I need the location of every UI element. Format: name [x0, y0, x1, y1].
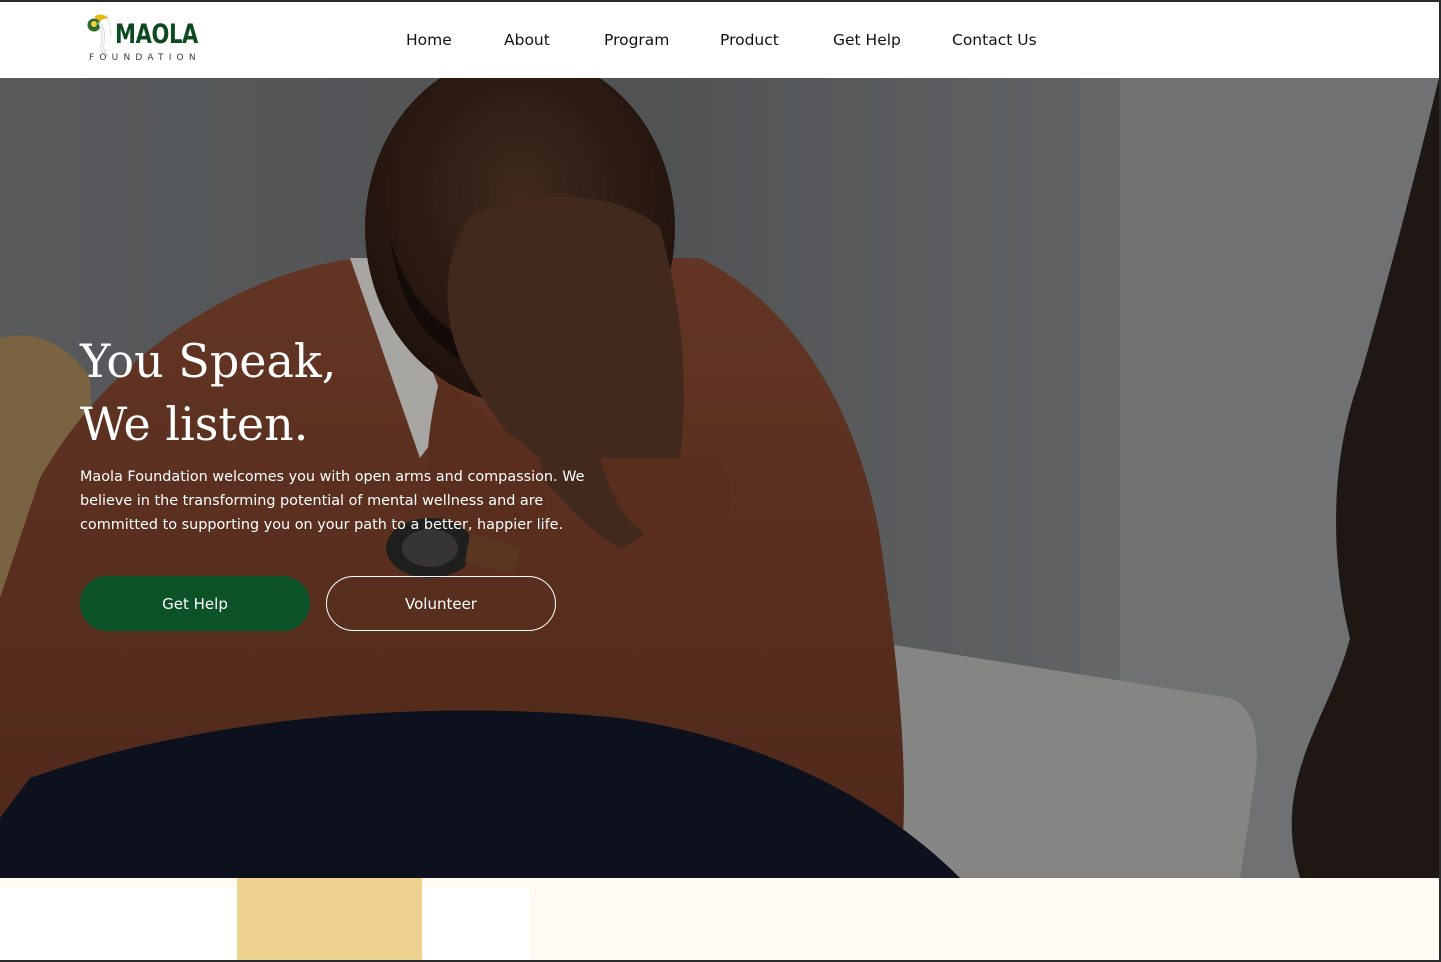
nav-item-about[interactable]: About: [504, 31, 550, 49]
nav-item-contact-us[interactable]: Contact Us: [952, 31, 1037, 49]
hero-headline-line-1: You Speak,: [80, 334, 337, 388]
hero-headline: You Speak, We listen.: [80, 330, 336, 456]
section-preview-strip: [0, 878, 1439, 960]
nav-item-get-help[interactable]: Get Help: [833, 31, 901, 49]
hero-section: You Speak, We listen. Maola Foundation w…: [0, 78, 1439, 878]
preview-card-gold: [237, 878, 422, 960]
brand-name: MAOLA: [115, 19, 198, 50]
site-header: MAOLA FOUNDATION Home About Program Prod…: [0, 2, 1439, 78]
hero-description: Maola Foundation welcomes you with open …: [80, 469, 585, 533]
nav-item-home[interactable]: Home: [406, 31, 452, 49]
nav-item-product[interactable]: Product: [720, 31, 779, 49]
volunteer-button[interactable]: Volunteer: [326, 576, 556, 631]
get-help-button[interactable]: Get Help: [80, 576, 310, 631]
brand-tagline: FOUNDATION: [89, 53, 201, 63]
maola-logo-icon: [87, 14, 111, 57]
preview-card-white-right: [422, 888, 530, 960]
nav-item-program[interactable]: Program: [604, 31, 669, 49]
hero-headline-line-2: We listen.: [80, 397, 309, 451]
preview-card-white-left: [0, 888, 237, 960]
brand-logo[interactable]: MAOLA FOUNDATION: [84, 13, 214, 69]
